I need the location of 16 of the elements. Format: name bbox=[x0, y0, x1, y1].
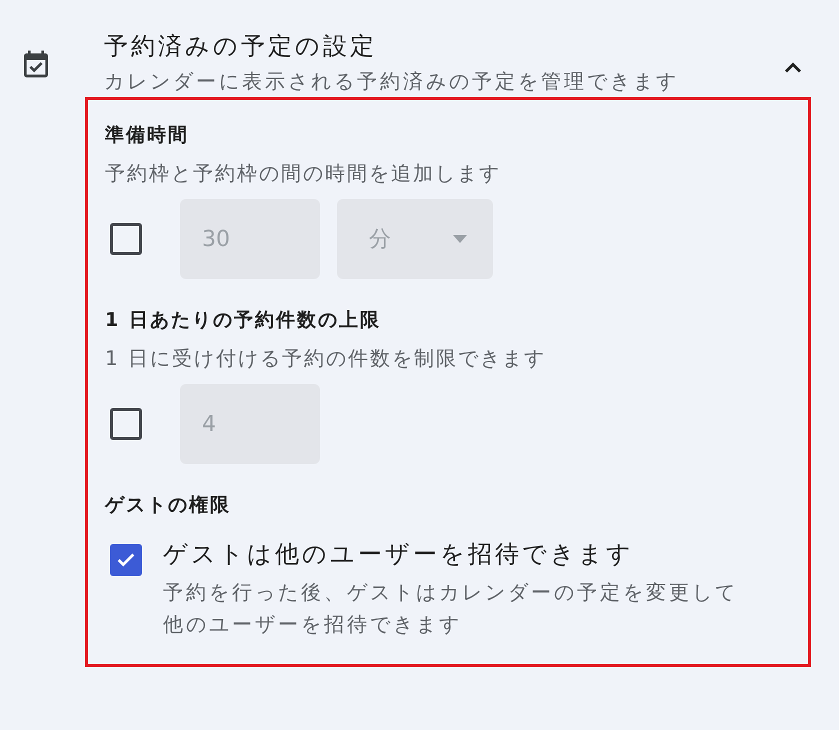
section-title: 予約済みの予定の設定 bbox=[104, 31, 378, 62]
number-field[interactable]: 30 bbox=[180, 199, 320, 279]
option-label: ゲストは他のユーザーを招待できます bbox=[163, 539, 635, 570]
group-description: 1 日に受け付ける予約の件数を制限できます bbox=[105, 345, 548, 372]
checkbox[interactable] bbox=[110, 544, 142, 576]
caret-icon bbox=[453, 235, 467, 243]
group-title: 1 日あたりの予約件数の上限 bbox=[105, 308, 382, 333]
option-description: 予約を行った後、ゲストはカレンダーの予定を変更して他のユーザーを招待できます bbox=[163, 579, 738, 638]
group-title: 準備時間 bbox=[105, 123, 190, 148]
section-subtitle: カレンダーに表示される予約済みの予定を管理できます bbox=[104, 68, 680, 95]
group-title: ゲストの権限 bbox=[105, 493, 232, 518]
number-field[interactable]: 4 bbox=[180, 384, 320, 464]
checkbox[interactable] bbox=[110, 223, 142, 255]
group-description: 予約枠と予約枠の間の時間を追加します bbox=[105, 160, 502, 187]
unit-dropdown[interactable]: 分 bbox=[337, 199, 493, 279]
checkbox[interactable] bbox=[110, 408, 142, 440]
